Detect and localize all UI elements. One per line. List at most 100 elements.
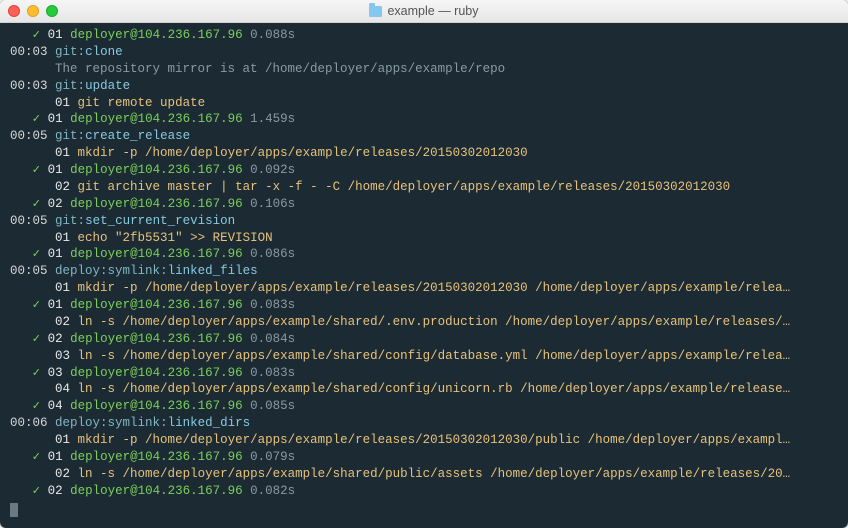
host: deployer@104.236.167.96 <box>70 163 243 177</box>
result-number: 02 <box>48 332 63 346</box>
folder-icon <box>369 6 382 17</box>
task-separator: : <box>160 264 168 278</box>
check-icon: ✓ <box>33 163 41 177</box>
host: deployer@104.236.167.96 <box>70 366 243 380</box>
terminal-line: 00:00 The repository mirror is at /home/… <box>10 61 838 78</box>
titlebar[interactable]: example — ruby <box>0 0 848 23</box>
check-icon: ✓ <box>33 399 41 413</box>
cmd-text: git remote update <box>78 96 206 110</box>
result-number: 01 <box>48 112 63 126</box>
timestamp: 00:03 <box>10 79 48 93</box>
cmd-text: ln -s /home/deployer/apps/example/shared… <box>78 315 791 329</box>
check-icon: ✓ <box>33 247 41 261</box>
result-number: 02 <box>48 484 63 498</box>
terminal-line: 00:00 01 git remote update <box>10 95 838 112</box>
task-namespace: git <box>55 129 78 143</box>
duration: 0.079s <box>250 450 295 464</box>
task-name: create_release <box>85 129 190 143</box>
cmd-number: 01 <box>55 433 70 447</box>
cmd-number: 04 <box>55 382 70 396</box>
window-title-wrap: example — ruby <box>0 4 848 18</box>
cmd-number: 01 <box>55 281 70 295</box>
terminal-line: 00:✓ 01 deployer@104.236.167.96 0.088s <box>10 27 838 44</box>
task-separator: : <box>78 79 86 93</box>
terminal-line: 00:00 02 ln -s /home/deployer/apps/examp… <box>10 314 838 331</box>
terminal-window: example — ruby 00:✓ 01 deployer@104.236.… <box>0 0 848 528</box>
duration: 0.086s <box>250 247 295 261</box>
task-name: clone <box>85 45 123 59</box>
close-button[interactable] <box>8 5 20 17</box>
terminal-line: 00:✓ 01 deployer@104.236.167.96 0.092s <box>10 162 838 179</box>
host: deployer@104.236.167.96 <box>70 399 243 413</box>
terminal-line: 00:✓ 01 deployer@104.236.167.96 0.086s <box>10 246 838 263</box>
cmd-text: mkdir -p /home/deployer/apps/example/rel… <box>78 146 528 160</box>
duration: 0.083s <box>250 298 295 312</box>
terminal-line: 00:00 02 ln -s /home/deployer/apps/examp… <box>10 466 838 483</box>
terminal-line: 00:00 03 ln -s /home/deployer/apps/examp… <box>10 348 838 365</box>
check-icon: ✓ <box>33 298 41 312</box>
host: deployer@104.236.167.96 <box>70 28 243 42</box>
task-separator: : <box>78 214 86 228</box>
check-icon: ✓ <box>33 366 41 380</box>
timestamp: 00:05 <box>10 214 48 228</box>
host: deployer@104.236.167.96 <box>70 247 243 261</box>
result-number: 01 <box>48 163 63 177</box>
terminal-line: 00:00 01 mkdir -p /home/deployer/apps/ex… <box>10 280 838 297</box>
check-icon: ✓ <box>33 484 41 498</box>
cursor <box>10 503 18 517</box>
check-icon: ✓ <box>33 28 41 42</box>
terminal-line: 00:✓ 01 deployer@104.236.167.96 0.079s <box>10 449 838 466</box>
task-namespace: deploy:symlink <box>55 264 160 278</box>
terminal-line: 00:00 01 mkdir -p /home/deployer/apps/ex… <box>10 145 838 162</box>
terminal-line: 00:✓ 03 deployer@104.236.167.96 0.083s <box>10 365 838 382</box>
cmd-text: ln -s /home/deployer/apps/example/shared… <box>78 467 791 481</box>
result-number: 02 <box>48 197 63 211</box>
terminal-line: 00:03 git:update <box>10 78 838 95</box>
host: deployer@104.236.167.96 <box>70 484 243 498</box>
terminal-line: 00:05 git:set_current_revision <box>10 213 838 230</box>
host: deployer@104.236.167.96 <box>70 197 243 211</box>
task-namespace: deploy:symlink <box>55 416 160 430</box>
terminal-line: 00:✓ 01 deployer@104.236.167.96 0.083s <box>10 297 838 314</box>
cmd-number: 01 <box>55 231 70 245</box>
terminal-line: 00:00 04 ln -s /home/deployer/apps/examp… <box>10 381 838 398</box>
host: deployer@104.236.167.96 <box>70 332 243 346</box>
cmd-number: 03 <box>55 349 70 363</box>
terminal-line: 00:05 git:create_release <box>10 128 838 145</box>
terminal-line: 00:00 01 echo "2fb5531" >> REVISION <box>10 230 838 247</box>
host: deployer@104.236.167.96 <box>70 298 243 312</box>
host: deployer@104.236.167.96 <box>70 112 243 126</box>
check-icon: ✓ <box>33 332 41 346</box>
cmd-text: ln -s /home/deployer/apps/example/shared… <box>78 349 791 363</box>
cmd-text: echo "2fb5531" >> REVISION <box>78 231 273 245</box>
traffic-lights <box>8 5 58 17</box>
info-text: The repository mirror is at /home/deploy… <box>55 62 505 76</box>
timestamp: 00:05 <box>10 129 48 143</box>
task-separator: : <box>160 416 168 430</box>
cmd-number: 02 <box>55 315 70 329</box>
timestamp: 00:06 <box>10 416 48 430</box>
task-name: set_current_revision <box>85 214 235 228</box>
duration: 0.106s <box>250 197 295 211</box>
terminal-line: 00:03 git:clone <box>10 44 838 61</box>
duration: 0.083s <box>250 366 295 380</box>
duration: 0.088s <box>250 28 295 42</box>
timestamp: 00:05 <box>10 264 48 278</box>
result-number: 04 <box>48 399 63 413</box>
terminal-line: 00:00 02 git archive master | tar -x -f … <box>10 179 838 196</box>
duration: 0.085s <box>250 399 295 413</box>
check-icon: ✓ <box>33 197 41 211</box>
task-namespace: git <box>55 214 78 228</box>
task-namespace: git <box>55 79 78 93</box>
zoom-button[interactable] <box>46 5 58 17</box>
check-icon: ✓ <box>33 112 41 126</box>
duration: 0.084s <box>250 332 295 346</box>
duration: 0.082s <box>250 484 295 498</box>
terminal-output[interactable]: 00:✓ 01 deployer@104.236.167.96 0.088s00… <box>0 23 848 528</box>
task-name: update <box>85 79 130 93</box>
minimize-button[interactable] <box>27 5 39 17</box>
cmd-text: git archive master | tar -x -f - -C /hom… <box>78 180 731 194</box>
task-separator: : <box>78 45 86 59</box>
host: deployer@104.236.167.96 <box>70 450 243 464</box>
cursor-line <box>10 500 838 519</box>
